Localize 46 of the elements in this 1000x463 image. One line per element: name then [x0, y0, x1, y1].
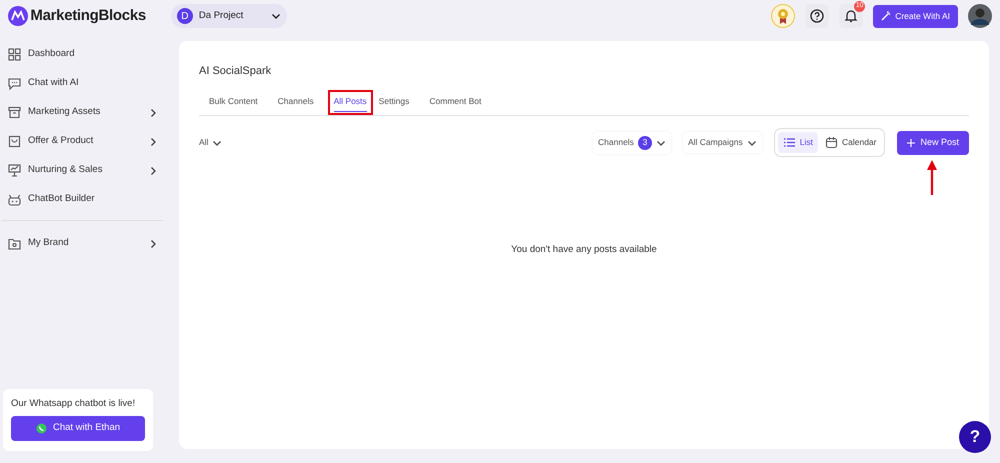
- project-selector[interactable]: D Da Project: [170, 4, 287, 28]
- sidebar-item[interactable]: Dashboard: [0, 40, 165, 69]
- project-avatar: D: [176, 8, 193, 24]
- view-tab[interactable]: Calendar: [820, 132, 882, 154]
- help-button[interactable]: [805, 4, 830, 28]
- tab[interactable]: Channels: [278, 94, 314, 112]
- sidebar-item[interactable]: Offer & Product: [0, 127, 165, 156]
- new-post-button[interactable]: New Post: [897, 130, 969, 155]
- brand-name: MarketingBlocks: [30, 6, 146, 26]
- sidebar-item[interactable]: Chat with AI: [0, 69, 165, 98]
- magic-wand-icon: [881, 11, 892, 21]
- bell-icon: [844, 9, 858, 23]
- channels-dropdown[interactable]: Channels 3: [593, 132, 671, 154]
- plus-icon: [907, 138, 916, 147]
- tab[interactable]: Comment Bot: [429, 94, 482, 112]
- create-with-ai-button[interactable]: Create With AI: [873, 4, 958, 28]
- presentation-icon: [8, 164, 21, 177]
- list-icon: [782, 136, 796, 150]
- promo-text: Our Whatsapp chatbot is live!: [11, 397, 136, 411]
- whatsapp-icon: [36, 423, 47, 434]
- calendar-icon: [824, 136, 838, 150]
- chat-icon: [8, 77, 21, 90]
- logo-icon: [8, 6, 28, 26]
- sidebar-item[interactable]: My Brand: [0, 229, 165, 258]
- grid-icon: [8, 48, 21, 61]
- page-title: AI SocialSpark: [199, 65, 272, 77]
- view-tab[interactable]: List: [778, 132, 818, 154]
- chevron-down-icon: [270, 11, 281, 21]
- archive-icon: [8, 106, 21, 119]
- help-chat-button[interactable]: ?: [959, 421, 991, 453]
- sidebar-item[interactable]: Marketing Assets: [0, 98, 165, 127]
- medal-icon[interactable]: [771, 4, 796, 28]
- sidebar-item[interactable]: Nurturing & Sales: [0, 156, 165, 185]
- tab[interactable]: Settings: [378, 94, 410, 112]
- help-icon: [810, 9, 824, 23]
- tab[interactable]: Bulk Content: [209, 94, 258, 112]
- tab[interactable]: All Posts: [334, 94, 367, 112]
- bag-icon: [8, 135, 21, 148]
- avatar[interactable]: [968, 4, 992, 28]
- folder-icon: [8, 237, 21, 250]
- robot-icon: [8, 193, 21, 206]
- sidebar-item[interactable]: ChatBot Builder: [0, 185, 165, 214]
- chat-with-ethan-button[interactable]: Chat with Ethan: [11, 416, 145, 441]
- count-badge: 3: [638, 136, 652, 150]
- empty-message: You don't have any posts available: [511, 244, 657, 256]
- campaigns-dropdown[interactable]: All Campaigns: [682, 132, 762, 154]
